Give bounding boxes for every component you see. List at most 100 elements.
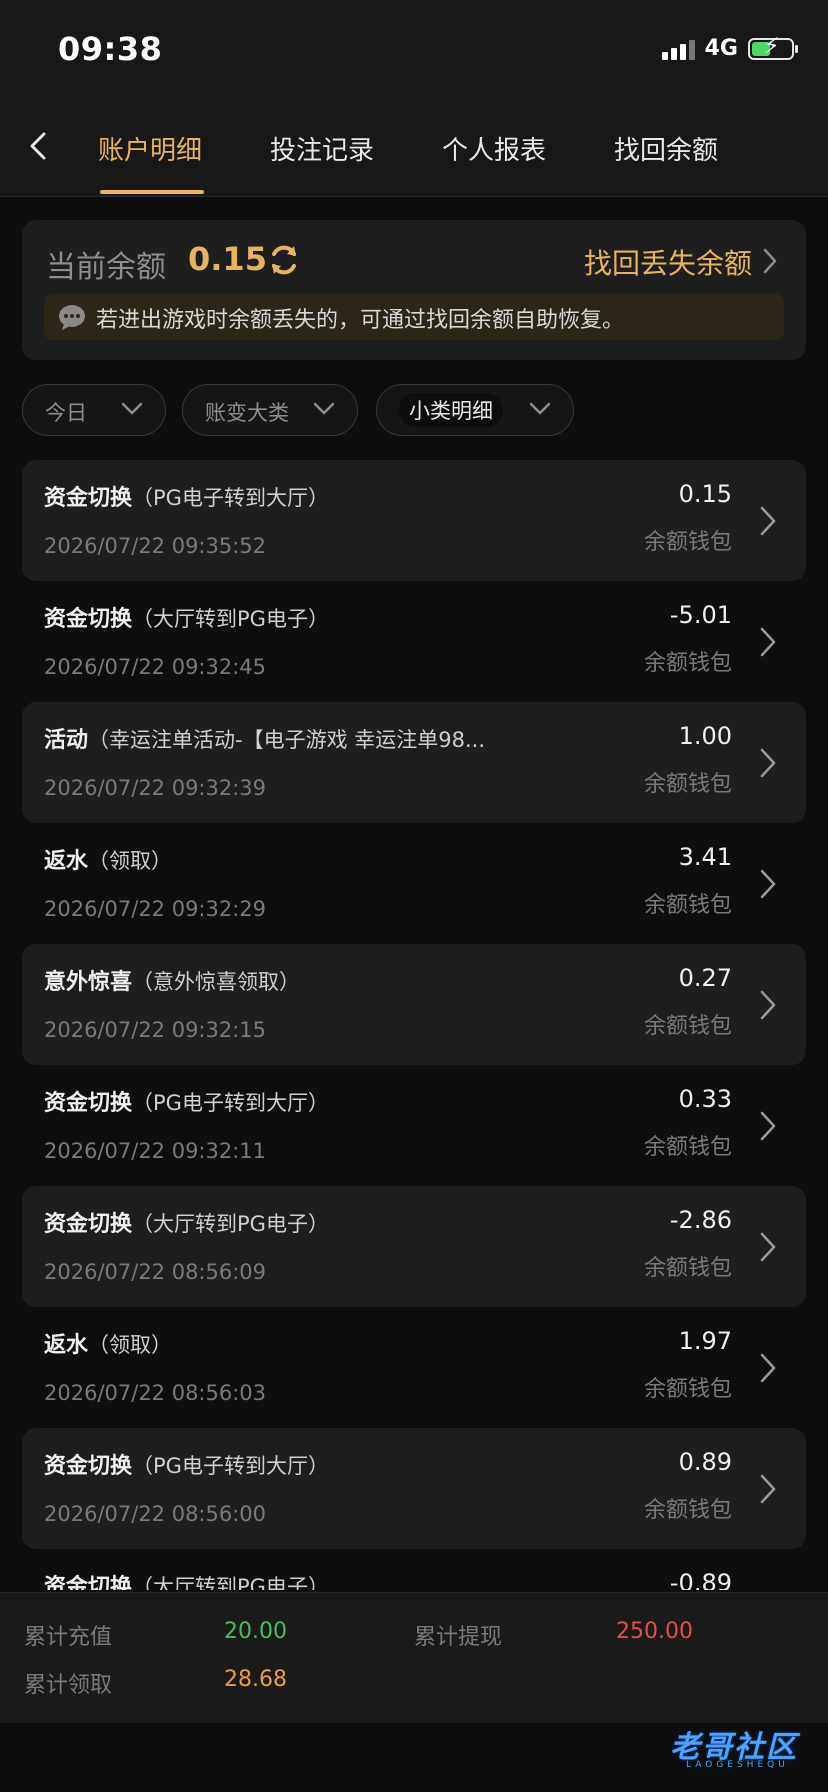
recharge-value: 20.00 — [224, 1619, 287, 1644]
chevron-right-icon[interactable] — [760, 246, 780, 276]
transaction-type: 资金切换 — [44, 1212, 133, 1237]
transaction-detail: （PG电子转到大厅） — [132, 1091, 329, 1115]
transaction-detail: （意外惊喜领取） — [132, 970, 301, 994]
chevron-right-icon — [760, 1111, 776, 1141]
transaction-row[interactable]: 返水（领取） 2026/07/22 08:56:03 1.97 余额钱包 — [22, 1307, 806, 1428]
filter-category-label: 账变大类 — [205, 401, 289, 425]
tab-recover-balance[interactable]: 找回余额 — [614, 130, 718, 167]
tab-bet-records[interactable]: 投注记录 — [270, 130, 374, 167]
chevron-right-icon — [760, 1474, 776, 1504]
transaction-time: 2026/07/22 09:35:52 — [44, 534, 267, 558]
status-time: 09:38 — [58, 30, 163, 68]
transaction-row[interactable]: 意外惊喜（意外惊喜领取） 2026/07/22 09:32:15 0.27 余额… — [22, 944, 806, 1065]
transaction-row[interactable]: 资金切换（PG电子转到大厅） 2026/07/22 09:35:52 0.15 … — [22, 460, 806, 581]
transaction-wallet: 余额钱包 — [643, 530, 732, 555]
transaction-time: 2026/07/22 09:32:39 — [44, 776, 267, 800]
chevron-down-icon — [313, 402, 335, 415]
chevron-right-icon — [760, 990, 776, 1020]
transaction-list: 资金切换（PG电子转到大厅） 2026/07/22 09:35:52 0.15 … — [22, 460, 806, 1590]
transaction-title: 资金切换（大厅转到PG电子） — [44, 1569, 329, 1590]
transaction-detail: （PG电子转到大厅） — [132, 1454, 329, 1478]
status-bar: 09:38 4G ⚡ — [0, 0, 828, 100]
battery-icon: ⚡ — [748, 35, 798, 60]
transaction-detail: （领取） — [88, 849, 173, 873]
notice-text: 若进出游戏时余额丢失的，可通过找回余额自助恢复。 — [96, 308, 625, 333]
transaction-type: 资金切换 — [44, 1091, 133, 1116]
filter-date[interactable]: 今日 — [22, 384, 166, 436]
claim-value: 28.68 — [224, 1667, 287, 1692]
balance-card: 当前余额 0.15 找回丢失余额 若进出游戏时余额丢失的，可通过找回余额自助恢复… — [22, 220, 806, 360]
transaction-wallet: 余额钱包 — [643, 1498, 732, 1523]
balance-label: 当前余额 — [46, 250, 166, 285]
transaction-amount: -5.01 — [669, 601, 732, 629]
transaction-time: 2026/07/22 08:56:00 — [44, 1502, 267, 1526]
transaction-amount: 1.97 — [678, 1327, 732, 1355]
transaction-detail: （PG电子转到大厅） — [132, 486, 329, 510]
transaction-row[interactable]: 资金切换（大厅转到PG电子） -0.89 — [22, 1549, 806, 1590]
chevron-right-icon — [760, 627, 776, 657]
claim-label: 累计领取 — [24, 1673, 113, 1698]
watermark-subtext: LAOGESHEQU — [686, 1760, 789, 1770]
recover-notice: 若进出游戏时余额丢失的，可通过找回余额自助恢复。 — [44, 294, 784, 340]
transaction-amount: -0.89 — [669, 1569, 732, 1590]
transaction-row[interactable]: 活动（幸运注单活动-【电子游戏 幸运注单98... 2026/07/22 09:… — [22, 702, 806, 823]
transaction-type: 返水 — [44, 1333, 89, 1358]
transaction-type: 活动 — [44, 728, 89, 753]
transaction-wallet: 余额钱包 — [643, 1014, 732, 1039]
transaction-type: 资金切换 — [44, 1454, 133, 1479]
transaction-time: 2026/07/22 09:32:15 — [44, 1018, 267, 1042]
transaction-wallet: 余额钱包 — [643, 893, 732, 918]
transaction-amount: 3.41 — [678, 843, 732, 871]
signal-icon — [661, 38, 695, 60]
transaction-detail: （大厅转到PG电子） — [132, 1212, 329, 1236]
back-arrow-icon[interactable] — [22, 126, 58, 166]
chevron-down-icon — [121, 402, 143, 415]
transaction-time: 2026/07/22 09:32:11 — [44, 1139, 267, 1163]
transaction-time: 2026/07/22 09:32:29 — [44, 897, 267, 921]
chevron-down-icon — [529, 402, 551, 415]
transaction-time: 2026/07/22 08:56:03 — [44, 1381, 267, 1405]
tab-personal-report[interactable]: 个人报表 — [442, 130, 546, 167]
recover-lost-balance-link[interactable]: 找回丢失余额 — [584, 242, 752, 282]
transaction-row[interactable]: 资金切换（PG电子转到大厅） 2026/07/22 09:32:11 0.33 … — [22, 1065, 806, 1186]
chevron-right-icon — [760, 748, 776, 778]
transaction-title: 返水（领取） — [44, 843, 172, 875]
transaction-detail: （领取） — [88, 1333, 173, 1357]
balance-value: 0.15 — [188, 240, 267, 278]
transaction-amount: 0.33 — [678, 1085, 732, 1113]
network-label: 4G — [704, 36, 738, 61]
tab-account-details[interactable]: 账户明细 — [98, 130, 202, 167]
filter-subcategory-label: 小类明细 — [399, 393, 503, 427]
transaction-title: 意外惊喜（意外惊喜领取） — [44, 964, 300, 996]
transaction-wallet: 余额钱包 — [643, 772, 732, 797]
refresh-icon[interactable] — [266, 242, 302, 278]
transaction-type: 资金切换 — [44, 486, 133, 511]
chevron-right-icon — [760, 869, 776, 899]
transaction-row[interactable]: 资金切换（大厅转到PG电子） 2026/07/22 08:56:09 -2.86… — [22, 1186, 806, 1307]
chevron-right-icon — [760, 506, 776, 536]
chevron-right-icon — [760, 1353, 776, 1383]
transaction-row[interactable]: 资金切换（大厅转到PG电子） 2026/07/22 09:32:45 -5.01… — [22, 581, 806, 702]
withdraw-label: 累计提现 — [414, 1625, 503, 1650]
transaction-wallet: 余额钱包 — [643, 651, 732, 676]
transaction-detail: （大厅转到PG电子） — [132, 607, 329, 631]
transaction-amount: -2.86 — [669, 1206, 732, 1234]
filter-subcategory[interactable]: 小类明细 — [376, 384, 574, 436]
transaction-detail: （大厅转到PG电子） — [132, 1575, 329, 1590]
chevron-right-icon — [760, 1232, 776, 1262]
filter-category[interactable]: 账变大类 — [182, 384, 358, 436]
transaction-amount: 0.15 — [678, 480, 732, 508]
transaction-title: 资金切换（PG电子转到大厅） — [44, 1085, 329, 1117]
active-tab-indicator — [100, 190, 204, 194]
transaction-wallet: 余额钱包 — [643, 1377, 732, 1402]
transaction-type: 意外惊喜 — [44, 970, 133, 995]
chat-bubble-icon — [59, 305, 85, 330]
summary-footer: 累计充值 20.00 累计提现 250.00 累计领取 28.68 — [0, 1592, 828, 1723]
recharge-label: 累计充值 — [24, 1625, 113, 1650]
transaction-wallet: 余额钱包 — [643, 1135, 732, 1160]
transaction-type: 资金切换 — [44, 1575, 133, 1590]
transaction-title: 活动（幸运注单活动-【电子游戏 幸运注单98... — [44, 722, 485, 754]
watermark-logo: 老哥社区 LAOGESHEQU — [640, 1712, 826, 1782]
transaction-row[interactable]: 返水（领取） 2026/07/22 09:32:29 3.41 余额钱包 — [22, 823, 806, 944]
transaction-row[interactable]: 资金切换（PG电子转到大厅） 2026/07/22 08:56:00 0.89 … — [22, 1428, 806, 1549]
